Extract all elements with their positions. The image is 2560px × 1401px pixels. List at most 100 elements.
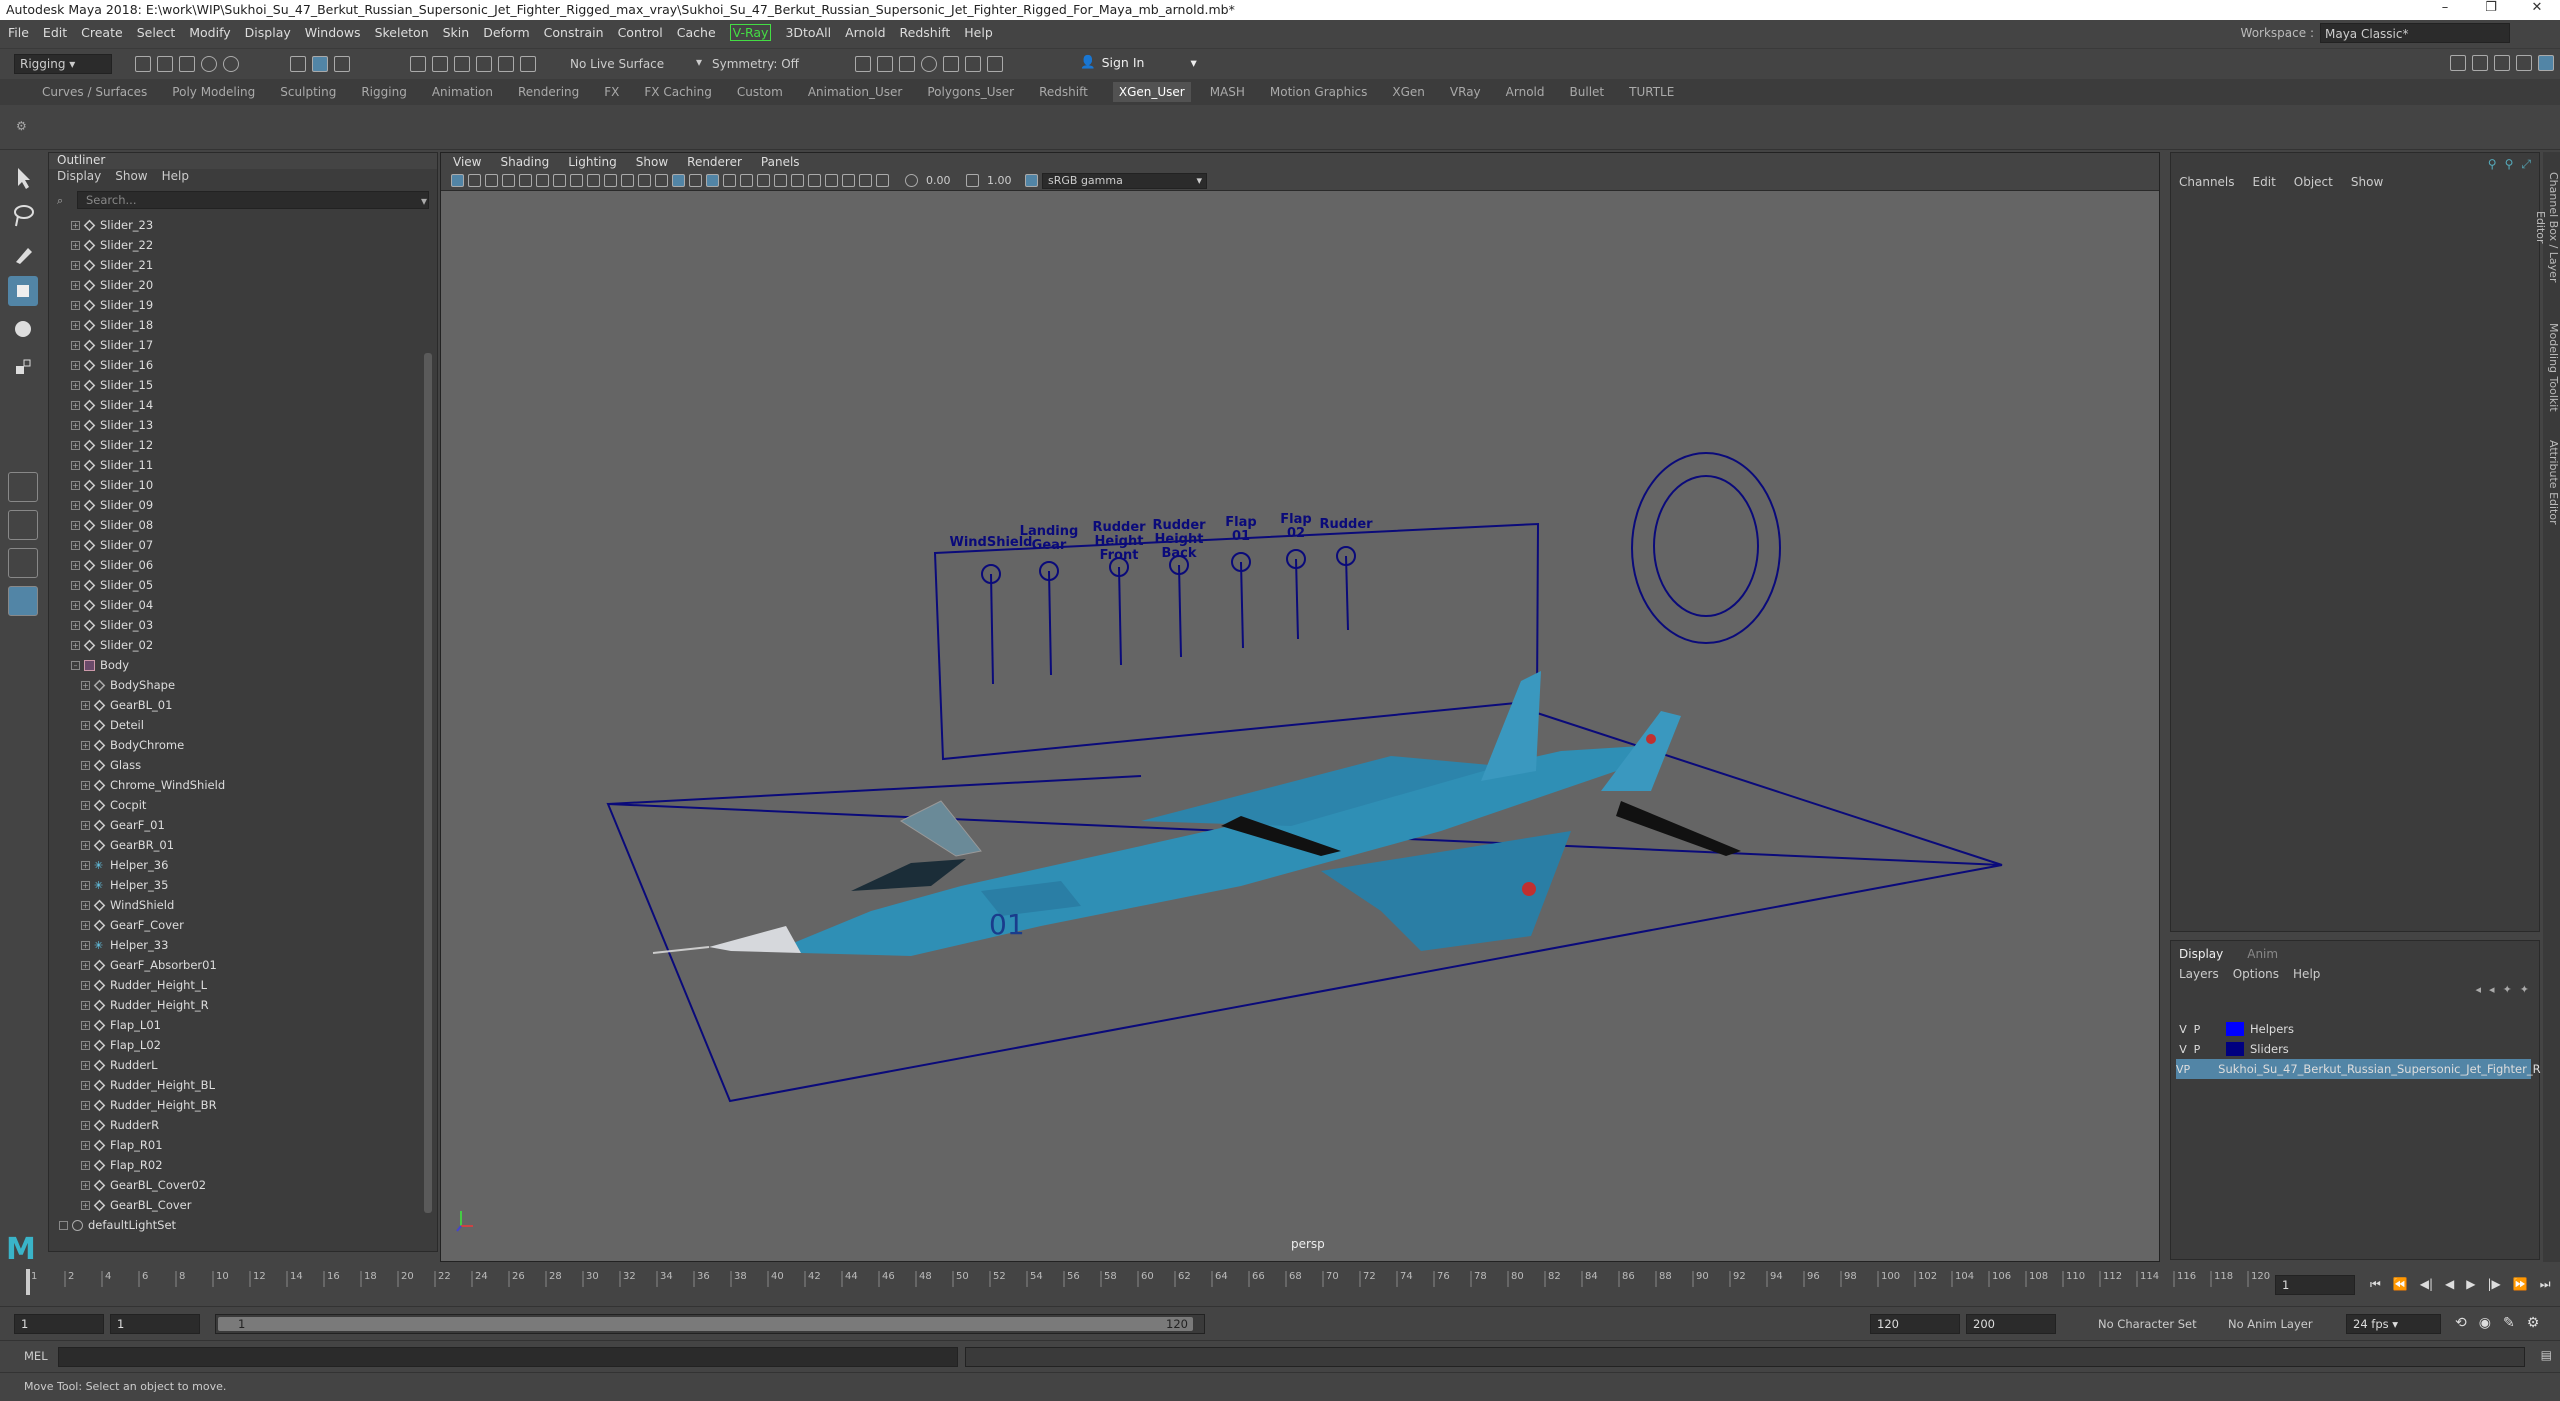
- shelf-tab-bullet[interactable]: Bullet: [1570, 85, 1605, 99]
- redo-icon[interactable]: [223, 56, 239, 72]
- film-gate-icon[interactable]: [570, 174, 583, 187]
- outliner-item[interactable]: + Slider_21: [49, 255, 421, 275]
- select-component-icon[interactable]: [334, 56, 350, 72]
- channel-box-keyframe-icon[interactable]: ⚲: [2488, 157, 2497, 172]
- channel-box-settings-icon[interactable]: ⤢: [2521, 157, 2531, 172]
- shelf-tab-fx[interactable]: FX: [604, 85, 619, 99]
- expand-toggle-icon[interactable]: +: [81, 840, 90, 850]
- outliner-item[interactable]: + GearBR_01: [49, 835, 421, 855]
- expand-toggle-icon[interactable]: +: [71, 420, 80, 430]
- layer-menu-help[interactable]: Help: [2293, 967, 2320, 981]
- expand-toggle-icon[interactable]: +: [81, 920, 90, 930]
- expand-toggle-icon[interactable]: +: [71, 460, 80, 470]
- outliner-item[interactable]: + GearBL_Cover02: [49, 1175, 421, 1195]
- layer-color-swatch[interactable]: [2226, 1022, 2244, 1036]
- modeling-toolkit-toggle-icon[interactable]: [2450, 55, 2466, 71]
- menu-cache[interactable]: Cache: [677, 25, 716, 40]
- layer-row[interactable]: V P Sukhoi_Su_47_Berkut_Russian_Supersonic…: [2176, 1059, 2541, 1079]
- wireframe-icon[interactable]: [655, 174, 668, 187]
- expand-toggle-icon[interactable]: +: [71, 620, 80, 630]
- viewport-menu-panels[interactable]: Panels: [761, 155, 800, 169]
- safe-action-icon[interactable]: [638, 174, 651, 187]
- new-layer-from-selection-icon[interactable]: ✦: [2520, 983, 2529, 996]
- expand-toggle-icon[interactable]: +: [71, 380, 80, 390]
- shelf-tab-mash[interactable]: MASH: [1210, 85, 1245, 99]
- expand-toggle-icon[interactable]: +: [81, 940, 90, 950]
- camera-attributes-icon[interactable]: [468, 174, 481, 187]
- hypershade-icon[interactable]: [921, 56, 937, 72]
- side-tab-modeling-toolkit[interactable]: Modeling Toolkit: [2543, 317, 2560, 417]
- lights-icon[interactable]: [723, 174, 736, 187]
- outliner-item[interactable]: + Slider_12: [49, 435, 421, 455]
- shelf-tab-animation-user[interactable]: Animation_User: [808, 85, 903, 99]
- menuset-dropdown[interactable]: Rigging ▾: [14, 54, 112, 74]
- xray-joints-icon[interactable]: [859, 174, 872, 187]
- motion-blur-icon[interactable]: [774, 174, 787, 187]
- shelf-tab-fx-caching[interactable]: FX Caching: [644, 85, 711, 99]
- slider-control[interactable]: Flap 02: [1280, 512, 1312, 640]
- outliner-item-body[interactable]: – Body: [49, 655, 421, 675]
- slider-control[interactable]: Flap 01: [1225, 515, 1257, 649]
- select-tool-icon[interactable]: [8, 162, 38, 192]
- outliner-item[interactable]: + Slider_19: [49, 295, 421, 315]
- expand-toggle-icon[interactable]: +: [71, 520, 80, 530]
- menu-constrain[interactable]: Constrain: [544, 25, 604, 40]
- lasso-tool-icon[interactable]: [8, 200, 38, 230]
- expand-toggle-icon[interactable]: +: [81, 700, 90, 710]
- command-language-label[interactable]: MEL: [24, 1349, 48, 1363]
- outliner-item[interactable]: + Slider_22: [49, 235, 421, 255]
- outliner-item[interactable]: + WindShield: [49, 895, 421, 915]
- shelf-tab-arnold[interactable]: Arnold: [1506, 85, 1545, 99]
- animation-end-field[interactable]: 200: [1966, 1314, 2056, 1334]
- menu-arnold[interactable]: Arnold: [845, 25, 885, 40]
- viewport-menu-renderer[interactable]: Renderer: [687, 155, 742, 169]
- expand-toggle-icon[interactable]: +: [81, 1080, 90, 1090]
- outliner-item-set[interactable]: defaultObjectSet: [49, 1235, 421, 1239]
- outliner-item[interactable]: + GearF_01: [49, 815, 421, 835]
- current-frame-field[interactable]: 1: [2275, 1275, 2355, 1295]
- expand-toggle-icon[interactable]: +: [81, 820, 90, 830]
- layer-visibility-toggle[interactable]: V: [2176, 1063, 2184, 1076]
- shelf-tab-xgen[interactable]: XGen: [1392, 85, 1425, 99]
- shadows-icon[interactable]: [740, 174, 753, 187]
- layer-playback-toggle[interactable]: P: [2190, 1043, 2204, 1056]
- snap-surface-icon[interactable]: [498, 56, 514, 72]
- outliner-item[interactable]: + BodyShape: [49, 675, 421, 695]
- gate-mask-icon[interactable]: [604, 174, 617, 187]
- expand-toggle-icon[interactable]: +: [81, 680, 90, 690]
- resolution-gate-icon[interactable]: [587, 174, 600, 187]
- expand-toggle-icon[interactable]: +: [71, 480, 80, 490]
- vray-icon[interactable]: [965, 56, 981, 72]
- menu-help[interactable]: Help: [964, 25, 993, 40]
- channel-box-layer-icon[interactable]: ⚲: [2505, 157, 2514, 172]
- move-layer-down-icon[interactable]: ◂: [2489, 983, 2495, 996]
- image-plane-icon[interactable]: [502, 174, 515, 187]
- new-scene-icon[interactable]: [135, 56, 151, 72]
- ipr-render-icon[interactable]: [877, 56, 893, 72]
- layer-tab-anim[interactable]: Anim: [2247, 947, 2278, 961]
- step-forward-key-icon[interactable]: ⏩: [2513, 1277, 2528, 1292]
- expand-toggle-icon[interactable]: +: [81, 880, 90, 890]
- outliner-item[interactable]: + Slider_14: [49, 395, 421, 415]
- snap-view-icon[interactable]: [476, 56, 492, 72]
- outliner-item[interactable]: + Chrome_WindShield: [49, 775, 421, 795]
- expand-toggle-icon[interactable]: +: [71, 300, 80, 310]
- shelf-tab-polygons-user[interactable]: Polygons_User: [927, 85, 1014, 99]
- exposure-icon[interactable]: [905, 174, 918, 187]
- shelf-tab-vray[interactable]: VRay: [1450, 85, 1481, 99]
- menu-deform[interactable]: Deform: [483, 25, 529, 40]
- new-empty-layer-icon[interactable]: ✦: [2503, 983, 2512, 996]
- outliner-menu-help[interactable]: Help: [162, 169, 189, 187]
- slider-control[interactable]: Rudder Height Front: [1092, 520, 1146, 666]
- outliner-item[interactable]: + ✳ Helper_33: [49, 935, 421, 955]
- expand-toggle-icon[interactable]: +: [81, 1020, 90, 1030]
- channel-menu-show[interactable]: Show: [2351, 175, 2383, 189]
- expand-toggle-icon[interactable]: +: [81, 1140, 90, 1150]
- expand-toggle-icon[interactable]: +: [81, 720, 90, 730]
- search-chevron-icon[interactable]: ▾: [421, 194, 427, 208]
- pause-icon[interactable]: [987, 56, 1003, 72]
- menu-v-ray[interactable]: V-Ray: [729, 24, 772, 41]
- depth-of-field-icon[interactable]: [808, 174, 821, 187]
- two-view-layout-icon[interactable]: [8, 548, 38, 578]
- outliner-item[interactable]: + Rudder_Height_L: [49, 975, 421, 995]
